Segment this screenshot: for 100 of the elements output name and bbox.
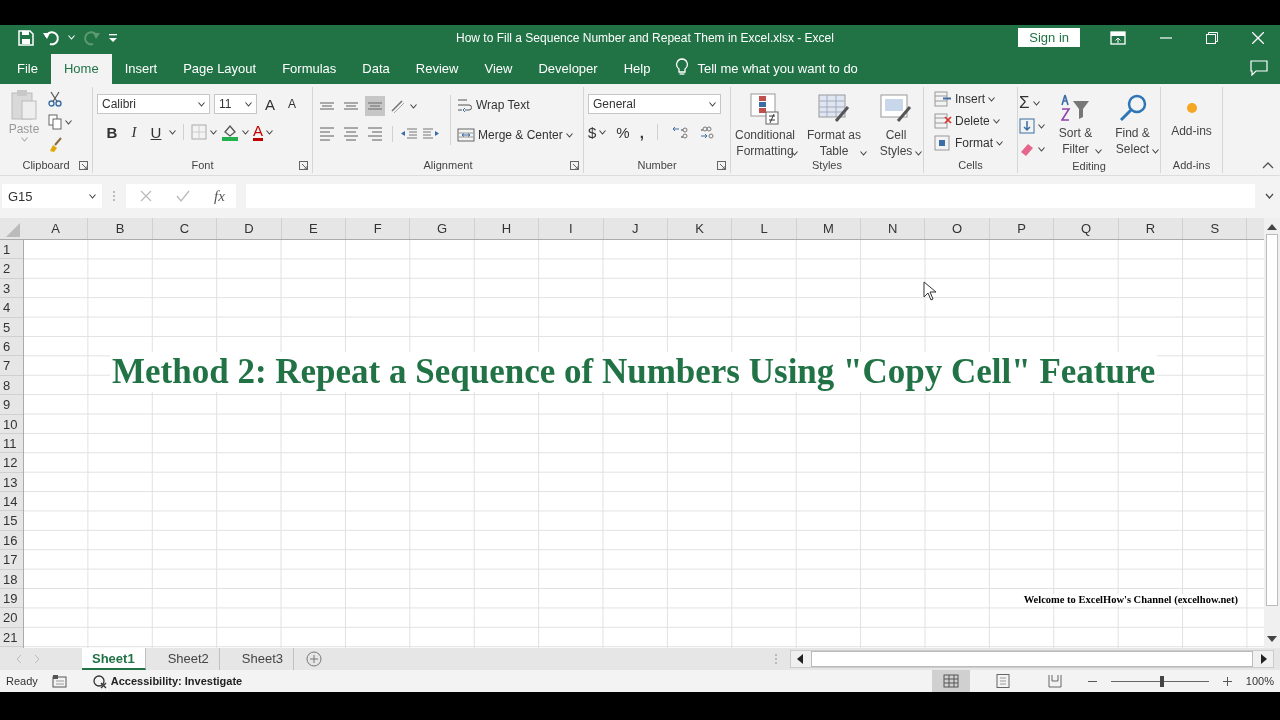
caret-icon[interactable] (266, 129, 273, 135)
decrease-decimal-icon[interactable] (698, 124, 717, 140)
column-header[interactable]: F (345, 218, 411, 239)
sheet-tab[interactable]: Sheet1 (82, 648, 146, 670)
caret-icon[interactable] (996, 140, 1003, 146)
caret-icon[interactable] (859, 151, 867, 156)
zoom-level[interactable]: 100% (1245, 675, 1274, 687)
row-header[interactable]: 4 (0, 298, 23, 318)
column-header[interactable]: M (796, 218, 862, 239)
ribbon-tab[interactable]: Insert (111, 54, 171, 84)
column-header[interactable]: S (1183, 218, 1248, 239)
format-as-table-button[interactable]: Format as Table (801, 93, 867, 156)
save-icon[interactable] (18, 29, 34, 46)
name-box[interactable]: G15 (2, 184, 102, 208)
comment-icon[interactable] (1250, 60, 1268, 76)
caret-icon[interactable] (1095, 149, 1102, 154)
currency-button[interactable]: $ (588, 122, 607, 142)
italic-button[interactable]: I (125, 123, 143, 141)
collapse-ribbon-icon[interactable] (1262, 161, 1274, 169)
insert-button[interactable]: Insert (934, 89, 1003, 109)
ribbon-tab[interactable]: Page Layout (170, 54, 270, 84)
caret-icon[interactable] (988, 96, 995, 102)
caret-icon[interactable] (198, 101, 205, 107)
caret-icon[interactable] (410, 103, 417, 109)
row-header[interactable]: 16 (0, 530, 23, 551)
conditional-formatting-button[interactable]: Conditional Formatting (732, 93, 798, 156)
dialog-launcher-icon[interactable] (570, 161, 579, 170)
row-header[interactable]: 2 (0, 259, 23, 279)
caret-icon[interactable] (914, 151, 922, 156)
row-header[interactable]: 21 (0, 627, 23, 648)
row-header[interactable]: 1 (0, 240, 23, 260)
row-header[interactable]: 15 (0, 511, 23, 531)
ribbon-tab[interactable]: View (471, 54, 526, 84)
caret-icon[interactable] (1038, 123, 1045, 129)
caret-icon[interactable] (709, 101, 716, 107)
dialog-launcher-icon[interactable] (299, 161, 308, 170)
expand-icon[interactable] (1265, 193, 1274, 199)
caret-icon[interactable] (242, 129, 249, 135)
column-header[interactable]: H (474, 218, 540, 239)
font-size-field[interactable]: 11 (214, 94, 257, 114)
increase-indent-icon[interactable] (422, 126, 440, 142)
column-header[interactable]: N (861, 218, 926, 239)
column-header[interactable]: P (989, 218, 1055, 239)
dialog-launcher-icon[interactable] (79, 161, 88, 170)
dialog-launcher-icon[interactable] (717, 161, 726, 170)
row-header[interactable]: 6 (0, 336, 23, 357)
caret-icon[interactable] (169, 129, 176, 135)
row-header[interactable]: 18 (0, 569, 23, 590)
font-color-button[interactable]: A (253, 122, 273, 142)
caret-icon[interactable] (565, 132, 573, 138)
column-header[interactable]: J (603, 218, 668, 239)
slider-thumb[interactable] (1159, 675, 1164, 687)
underline-button[interactable]: U (147, 123, 165, 141)
restore-icon[interactable] (1206, 31, 1218, 44)
row-header[interactable]: 10 (0, 414, 23, 434)
row-header[interactable]: 8 (0, 375, 23, 396)
scroll-thumb[interactable] (1266, 234, 1278, 606)
delete-button[interactable]: Delete (934, 111, 1003, 131)
ribbon-tab[interactable]: Formulas (269, 54, 350, 84)
row-header[interactable]: 5 (0, 317, 23, 337)
font-name-field[interactable]: Calibri (97, 94, 210, 114)
customize-icon[interactable] (109, 33, 117, 42)
sign-in-button[interactable]: Sign in (1018, 28, 1080, 47)
ribbon-tab[interactable]: Data (349, 54, 403, 84)
column-header[interactable]: I (539, 218, 604, 239)
autosum-button[interactable]: Σ (1019, 93, 1045, 113)
lightbulb-icon[interactable] (675, 58, 690, 76)
row-header[interactable]: 17 (0, 550, 23, 570)
column-header[interactable]: Q (1054, 218, 1119, 239)
ribbon-tab[interactable]: File (4, 54, 51, 84)
merge-and-center-button[interactable]: Merge & Center (457, 125, 573, 145)
column-header[interactable]: A (24, 218, 89, 239)
ribbon-tab[interactable]: Review (402, 54, 472, 84)
caret-icon[interactable] (992, 118, 1000, 124)
number-format-field[interactable]: General (588, 94, 721, 114)
caret-icon[interactable] (65, 119, 72, 125)
copy-button[interactable] (48, 112, 72, 132)
ribbon-tab[interactable]: Help (610, 54, 664, 84)
sort-and-filter-button[interactable]: Sort & Filter (1049, 93, 1102, 154)
row-header[interactable]: 7 (0, 356, 23, 376)
percent-button[interactable]: % (616, 123, 630, 141)
column-header[interactable]: C (152, 218, 218, 239)
column-header[interactable]: R (1118, 218, 1184, 239)
ribbon-tab[interactable]: Home (50, 54, 112, 84)
row-header[interactable]: 14 (0, 492, 23, 512)
scroll-down-icon[interactable] (1267, 636, 1277, 642)
scroll-left-icon[interactable] (797, 654, 805, 664)
cell-styles-button[interactable]: Cell Styles (870, 93, 922, 156)
add-sheet-icon[interactable] (306, 651, 323, 667)
column-header[interactable]: O (925, 218, 990, 239)
undo-icon[interactable] (42, 29, 60, 46)
caret-icon[interactable] (89, 193, 96, 199)
column-header[interactable]: E (281, 218, 346, 239)
bold-button[interactable]: B (103, 123, 121, 141)
row-header[interactable]: 19 (0, 589, 23, 609)
macro-record-icon[interactable] (51, 674, 68, 688)
ribbon-tab[interactable]: Developer (525, 54, 611, 84)
horizontal-scrollbar[interactable] (790, 650, 1274, 668)
increase-font-size-button[interactable]: A (261, 95, 279, 113)
tell-me-search[interactable]: Tell me what you want to do (697, 54, 858, 84)
